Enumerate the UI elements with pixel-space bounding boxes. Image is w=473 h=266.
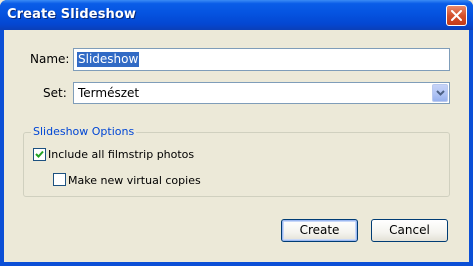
- cancel-button[interactable]: Cancel: [371, 219, 448, 242]
- virtual-copies-label[interactable]: Make new virtual copies: [68, 174, 201, 187]
- checkmark-icon: [35, 150, 44, 158]
- name-input-value: Slideshow: [77, 52, 140, 67]
- group-title: Slideshow Options: [31, 125, 137, 138]
- name-input[interactable]: Slideshow: [73, 48, 450, 71]
- set-label: Set:: [43, 86, 67, 100]
- include-all-label[interactable]: Include all filmstrip photos: [48, 148, 194, 161]
- name-label: Name:: [30, 52, 70, 66]
- window-title: Create Slideshow: [7, 7, 137, 22]
- set-select-value: Természet: [78, 86, 140, 100]
- create-button[interactable]: Create: [281, 219, 358, 242]
- chevron-down-icon: [436, 90, 445, 96]
- dialog-window: Create Slideshow Name: Slideshow Set: Te…: [0, 0, 473, 266]
- slideshow-options-group: [23, 132, 450, 197]
- close-x-icon: [451, 10, 462, 21]
- set-select[interactable]: Természet: [73, 82, 450, 104]
- virtual-copies-checkbox[interactable]: [53, 173, 66, 186]
- set-dropdown-button[interactable]: [432, 84, 448, 102]
- dialog-body: Name: Slideshow Set: Természet Slideshow…: [4, 30, 469, 262]
- close-button[interactable]: [446, 5, 467, 26]
- include-all-checkbox[interactable]: [33, 148, 46, 161]
- title-bar[interactable]: Create Slideshow: [0, 0, 473, 30]
